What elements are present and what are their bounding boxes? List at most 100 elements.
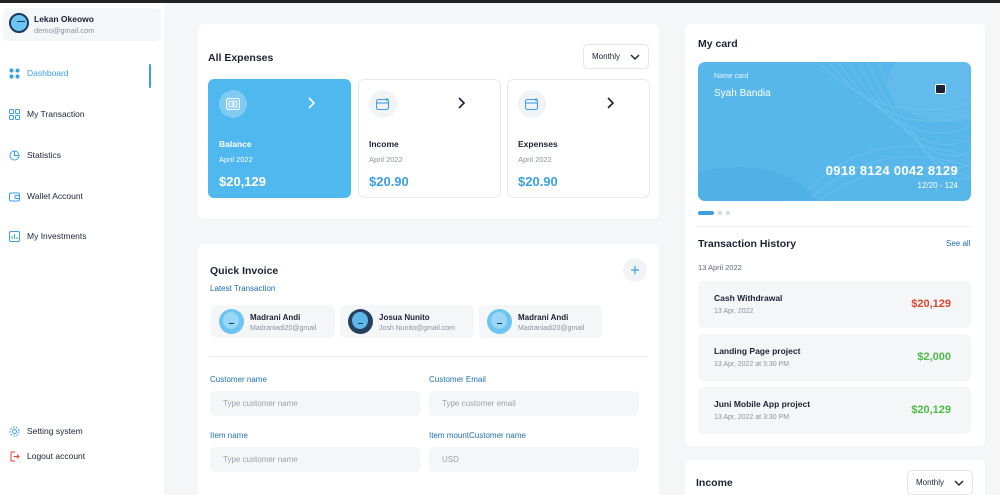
item-amount-input[interactable] <box>429 447 639 472</box>
profile-name: Lekan Okeowo <box>34 14 94 24</box>
wallet-icon <box>219 90 247 118</box>
expenses-title: All Expenses <box>208 52 274 64</box>
avatar <box>348 309 373 334</box>
contact-item[interactable]: Josua Nunito Josh Nunito@gmail.com <box>340 305 474 338</box>
dropdown-value: Monthly <box>592 52 621 61</box>
card-date: April 2022 <box>369 155 403 164</box>
card-date: April 2022 <box>518 155 552 164</box>
income-card[interactable]: Income April 2022 $20.90 <box>358 79 501 198</box>
transaction-date: 13 Apr, 2022 at 3:30 PM <box>714 414 790 421</box>
contact-name: Josua Nunito <box>379 313 430 322</box>
card-value: $20,129 <box>219 174 266 189</box>
contact-email: Madraniadi20@gmail <box>250 325 317 332</box>
my-card-title: My card <box>698 38 738 50</box>
plus-icon <box>631 266 639 274</box>
customer-email-label: Customer Email <box>429 375 486 384</box>
sidebar-item-label: My Investments <box>27 231 87 241</box>
item-name-label: Item name <box>210 431 248 440</box>
card-chip-icon <box>935 84 946 94</box>
card-date: April 2022 <box>219 155 253 164</box>
transaction-title: Juni Mobile App project <box>714 399 811 409</box>
credit-card[interactable]: Name card Syah Bandia 0918 8124 0042 812… <box>698 62 971 201</box>
card-carousel-dots[interactable] <box>698 211 730 215</box>
sidebar-item-setting-system[interactable]: Setting system <box>9 424 83 438</box>
chevron-right-icon <box>308 97 316 109</box>
card-value: $20.90 <box>518 174 558 189</box>
divider <box>698 226 971 227</box>
sidebar-item-statistics[interactable]: Statistics <box>9 148 61 162</box>
expenses-icon <box>518 90 546 118</box>
profile-email: demo@gmail.com <box>34 26 95 35</box>
transaction-item[interactable]: Landing Page project 13 Apr, 2022 at 3:3… <box>698 334 971 381</box>
sidebar-item-label: Statistics <box>27 150 62 160</box>
wallet-icon <box>9 191 20 202</box>
active-indicator <box>149 64 151 88</box>
divider <box>210 356 648 357</box>
grid-icon <box>9 68 20 79</box>
transaction-date: 13 Apr, 2022 at 3:30 PM <box>714 361 790 368</box>
income-icon <box>369 90 397 118</box>
dropdown-value: Monthly <box>916 478 945 487</box>
sidebar-item-wallet-account[interactable]: Wallet Account <box>9 189 83 203</box>
contact-email: Josh Nunito@gmail.com <box>379 325 455 332</box>
card-expiry: 12/20 - 124 <box>917 181 958 190</box>
contact-email: Madraniadi20@gmail <box>518 325 585 332</box>
card-value: $20.90 <box>369 174 409 189</box>
item-name-input[interactable] <box>210 447 420 472</box>
card-name-label: Name card <box>714 73 749 80</box>
expenses-card[interactable]: Expenses April 2022 $20.90 <box>507 79 650 198</box>
card-label: Expenses <box>518 139 558 149</box>
transaction-title: Landing Page project <box>714 346 801 356</box>
latest-transaction-label: Latest Transaction <box>210 284 276 293</box>
see-all-link[interactable]: See all <box>946 239 970 248</box>
sidebar-item-my-transaction[interactable]: My Transaction <box>9 107 85 121</box>
sidebar-item-label: Dashboard <box>27 68 69 78</box>
sidebar-item-label: Logout account <box>27 451 86 461</box>
income-filter-dropdown[interactable]: Monthly <box>907 470 973 495</box>
avatar <box>9 13 29 33</box>
sidebar-item-label: Setting system <box>27 426 83 436</box>
gear-icon <box>9 426 20 437</box>
transaction-item[interactable]: Juni Mobile App project 13 Apr, 2022 at … <box>698 387 971 434</box>
avatar <box>219 309 244 334</box>
sidebar-item-dashboard[interactable]: Dashboard <box>9 66 69 80</box>
customer-email-input[interactable] <box>429 391 639 416</box>
customer-name-label: Customer name <box>210 375 267 384</box>
contact-item[interactable]: Madrani Andi Madraniadi20@gmail <box>479 305 602 338</box>
chevron-right-icon <box>458 97 466 109</box>
income-title: Income <box>696 477 733 489</box>
transaction-icon <box>9 108 20 120</box>
carousel-dot[interactable] <box>718 211 722 215</box>
carousel-dot[interactable] <box>726 211 730 215</box>
add-invoice-button[interactable] <box>623 258 647 282</box>
avatar <box>487 309 512 334</box>
sidebar-item-label: My Transaction <box>27 109 85 119</box>
customer-name-input[interactable] <box>210 391 420 416</box>
sidebar: Lekan Okeowo demo@gmail.com Dashboard My… <box>0 3 164 495</box>
transaction-date: 13 Apr, 2022 <box>714 308 754 315</box>
logout-icon <box>9 451 20 462</box>
sidebar-item-my-investments[interactable]: My Investments <box>9 229 87 243</box>
transaction-item[interactable]: Cash Withdrawal 13 Apr, 2022 $20,129 <box>698 281 971 328</box>
transaction-amount: $2,000 <box>917 351 951 363</box>
balance-card[interactable]: Balance April 2022 $20,129 <box>208 79 351 198</box>
contact-item[interactable]: Madrani Andi Madraniadi20@gmail <box>211 305 335 338</box>
card-holder-name: Syah Bandia <box>714 88 771 99</box>
sidebar-item-label: Wallet Account <box>27 191 83 201</box>
chevron-right-icon <box>607 97 615 109</box>
pie-chart-icon <box>9 150 20 161</box>
profile-card[interactable]: Lekan Okeowo demo@gmail.com <box>3 8 161 41</box>
contact-name: Madrani Andi <box>250 313 301 322</box>
card-label: Income <box>369 139 399 149</box>
item-amount-label: Item mountCustomer name <box>429 431 526 440</box>
sidebar-item-logout-account[interactable]: Logout account <box>9 449 85 463</box>
transaction-title: Cash Withdrawal <box>714 293 783 303</box>
contact-name: Madrani Andi <box>518 313 569 322</box>
transaction-amount: $20,129 <box>911 298 951 310</box>
expenses-filter-dropdown[interactable]: Monthly <box>583 44 649 69</box>
quick-invoice-title: Quick Invoice <box>210 265 279 277</box>
carousel-dot[interactable] <box>698 211 714 215</box>
card-label: Balance <box>219 139 252 149</box>
transaction-amount: $20,129 <box>911 404 951 416</box>
bar-chart-icon <box>9 230 20 242</box>
